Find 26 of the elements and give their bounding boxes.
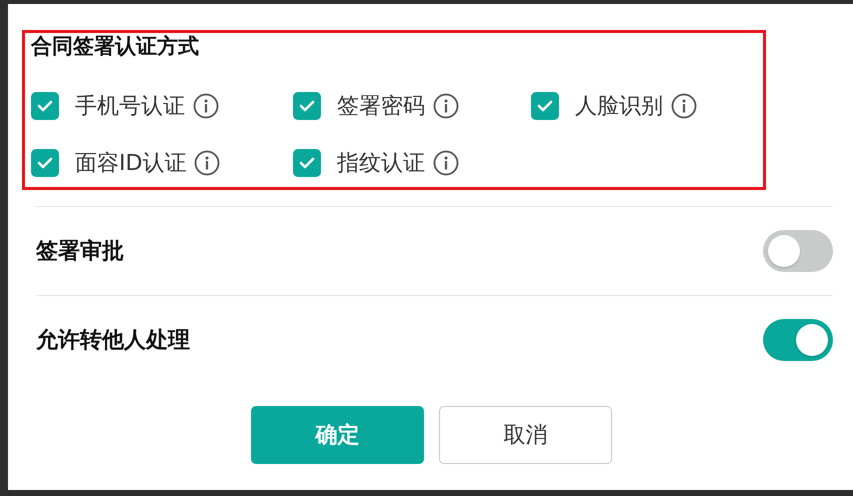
checkbox[interactable] [531, 92, 559, 120]
checkbox[interactable] [293, 92, 321, 120]
info-icon[interactable] [433, 93, 459, 119]
checkbox[interactable] [31, 92, 59, 120]
checkbox-label: 签署密码 [337, 93, 425, 121]
toggle-switch[interactable] [763, 319, 833, 361]
checkbox-label: 面容ID认证 [75, 150, 186, 178]
setting-label: 签署审批 [36, 238, 124, 266]
checkbox-label: 人脸识别 [575, 93, 663, 121]
info-icon[interactable] [671, 93, 697, 119]
checkmark-icon [37, 100, 53, 112]
checkmark-icon [537, 100, 553, 112]
toggle-switch[interactable] [763, 230, 833, 272]
checkbox[interactable] [293, 149, 321, 177]
checkbox[interactable] [31, 149, 59, 177]
section-title: 合同签署认证方式 [31, 33, 200, 60]
checkmark-icon [299, 100, 315, 112]
setting-label: 允许转他人处理 [36, 327, 190, 355]
checkmark-icon [299, 157, 315, 169]
checkmark-icon [37, 157, 53, 169]
info-icon[interactable] [193, 93, 219, 119]
info-icon[interactable] [194, 150, 220, 176]
info-icon[interactable] [433, 150, 459, 176]
checkbox-label: 指纹认证 [337, 150, 425, 178]
cancel-button[interactable]: 取消 [439, 406, 612, 464]
checkbox-label: 手机号认证 [75, 93, 185, 121]
